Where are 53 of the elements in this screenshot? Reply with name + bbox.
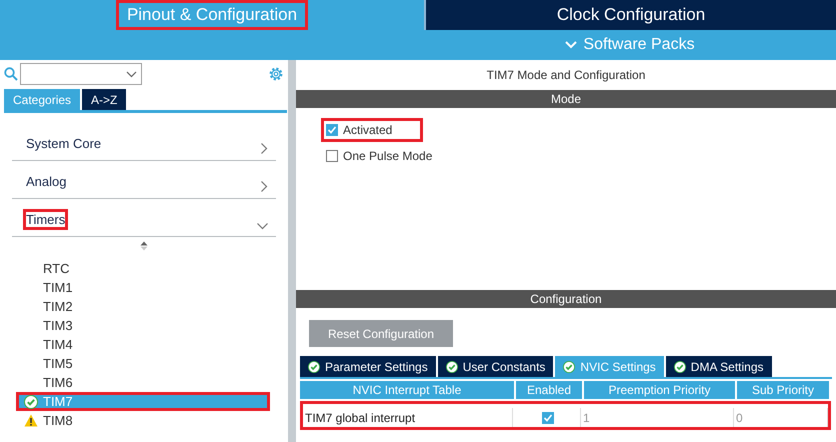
section-header: Configuration [296,290,836,308]
timer-item[interactable]: TIM5 [16,354,270,373]
category-label: Timers [23,209,68,230]
chevron-right-icon [261,143,268,154]
category-row[interactable]: Analog [12,161,276,199]
timer-item[interactable]: TIM2 [16,297,270,316]
table-cell: 1 [581,408,734,427]
table-cell: 0 [734,408,828,427]
option-row[interactable]: One Pulse Mode [321,144,464,168]
config-tab[interactable]: User Constants [438,356,554,377]
checkbox[interactable] [326,124,338,136]
section-header: Mode [296,90,836,108]
config-tab[interactable]: Parameter Settings [300,356,436,377]
check-circle-icon [674,360,686,372]
chevron-right-icon [261,181,268,192]
sidebar-tab[interactable]: A->Z [82,89,126,110]
settings-icon[interactable] [268,66,284,82]
table-cell: TIM7 global interrupt [303,408,513,427]
timer-item[interactable]: TIM8 [16,411,270,430]
timer-item[interactable]: TIM6 [16,373,270,392]
config-tab[interactable]: DMA Settings [666,356,772,377]
chevron-down-icon [257,223,268,230]
check-circle-icon [308,360,320,372]
category-label: Analog [25,173,68,191]
panel-title: TIM7 Mode and Configuration [486,67,646,84]
search-field[interactable] [20,63,142,85]
timer-item[interactable]: RTC [16,259,270,278]
chevron-down-icon [126,70,137,78]
column-header: Enabled [516,381,584,399]
sort-arrows-icon[interactable] [140,241,148,251]
timer-item[interactable]: TIM1 [16,278,270,297]
tab-label: Pinout & Configuration [116,0,308,30]
warning-icon [24,414,38,427]
option-row[interactable]: Activated [321,118,424,142]
category-row[interactable]: Timers [12,199,276,237]
option-label: Activated [343,123,392,137]
check-circle-icon [24,394,38,408]
category-label: System Core [25,135,102,153]
check-circle-icon [563,360,576,372]
timer-item[interactable]: TIM3 [16,316,270,335]
option-label: One Pulse Mode [343,149,432,163]
column-header: Sub Priority [737,381,831,399]
timer-item[interactable]: TIM4 [16,335,270,354]
checkbox[interactable] [542,412,554,424]
tab-label: Clock Configuration [556,4,706,26]
top-tab[interactable]: Clock Configuration [424,0,836,30]
search-icon [4,67,18,81]
check-circle-icon [446,360,458,372]
column-header: NVIC Interrupt Table [300,381,516,399]
checkbox[interactable] [326,150,338,162]
category-row[interactable]: System Core [12,123,276,161]
chevron-down-icon [565,41,578,49]
column-header: Preemption Priority [584,381,737,399]
